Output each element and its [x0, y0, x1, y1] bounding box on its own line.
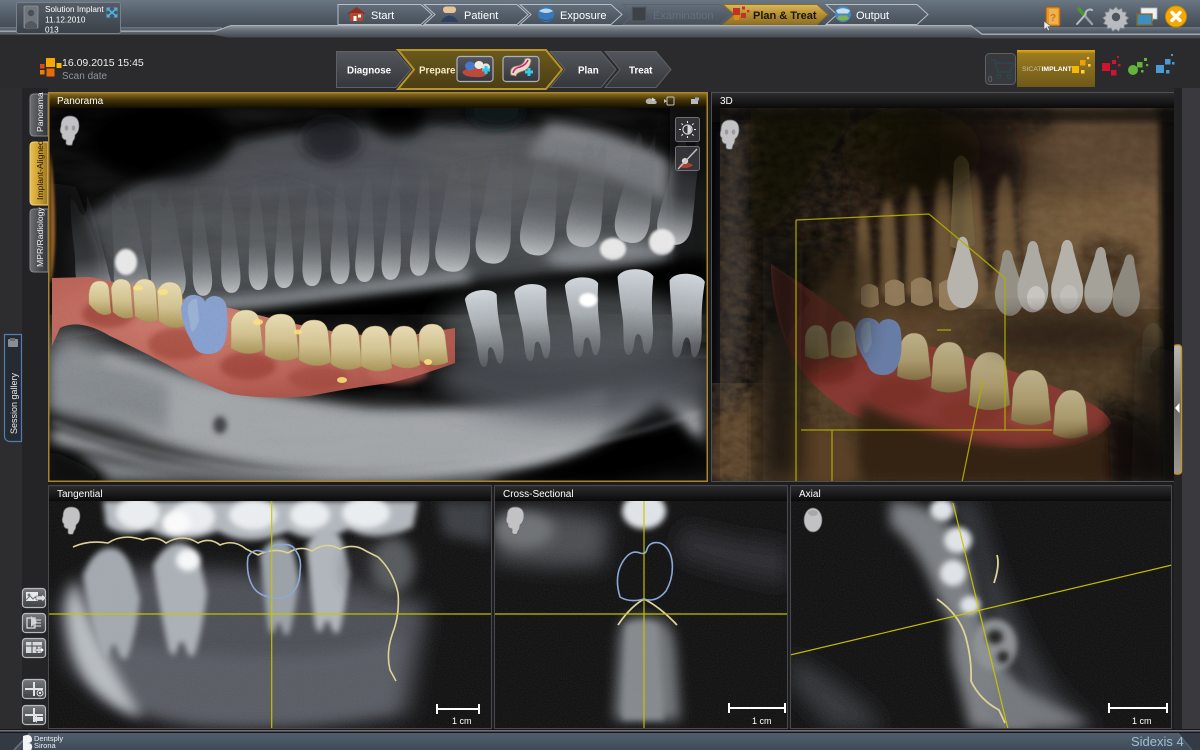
svg-text:Start: Start	[371, 10, 394, 22]
svg-text:Panorama: Panorama	[57, 96, 104, 107]
svg-text:1 cm: 1 cm	[452, 716, 472, 726]
svg-text:Sirona: Sirona	[34, 741, 57, 750]
svg-text:Output: Output	[856, 10, 889, 22]
svg-text:Plan: Plan	[578, 66, 599, 77]
svg-text:Examination: Examination	[653, 10, 714, 22]
svg-text:Solution Implant: Solution Implant	[45, 5, 104, 14]
svg-text:Diagnose: Diagnose	[347, 66, 392, 77]
svg-text:013: 013	[45, 26, 59, 35]
svg-text:?: ?	[1050, 13, 1056, 24]
svg-text:MPR/Radiology: MPR/Radiology	[35, 207, 45, 267]
svg-text:16.09.2015 15:45: 16.09.2015 15:45	[62, 57, 144, 69]
svg-text:SICATIMPLANT: SICATIMPLANT	[1022, 66, 1073, 73]
svg-text:Plan & Treat: Plan & Treat	[753, 10, 817, 22]
svg-text:Exposure: Exposure	[560, 10, 606, 22]
svg-text:Patient: Patient	[464, 10, 498, 22]
svg-text:Scan date: Scan date	[62, 71, 107, 82]
svg-text:Cross-Sectional: Cross-Sectional	[503, 489, 574, 500]
svg-text:Tangential: Tangential	[57, 489, 103, 500]
svg-text:0: 0	[988, 75, 993, 84]
svg-text:Prepare: Prepare	[419, 66, 456, 77]
svg-text:3D: 3D	[720, 96, 733, 107]
svg-text:Session gallery: Session gallery	[9, 372, 19, 434]
svg-text:Implant-Aligned: Implant-Aligned	[35, 140, 45, 200]
svg-text:11.12.2010: 11.12.2010	[45, 16, 86, 25]
svg-text:Treat: Treat	[629, 66, 653, 77]
svg-text:1 cm: 1 cm	[1132, 716, 1152, 726]
svg-text:Panorama: Panorama	[35, 92, 45, 132]
svg-text:Sidexis 4: Sidexis 4	[1131, 734, 1184, 749]
svg-text:1 cm: 1 cm	[752, 716, 772, 726]
svg-text:Axial: Axial	[799, 489, 821, 500]
